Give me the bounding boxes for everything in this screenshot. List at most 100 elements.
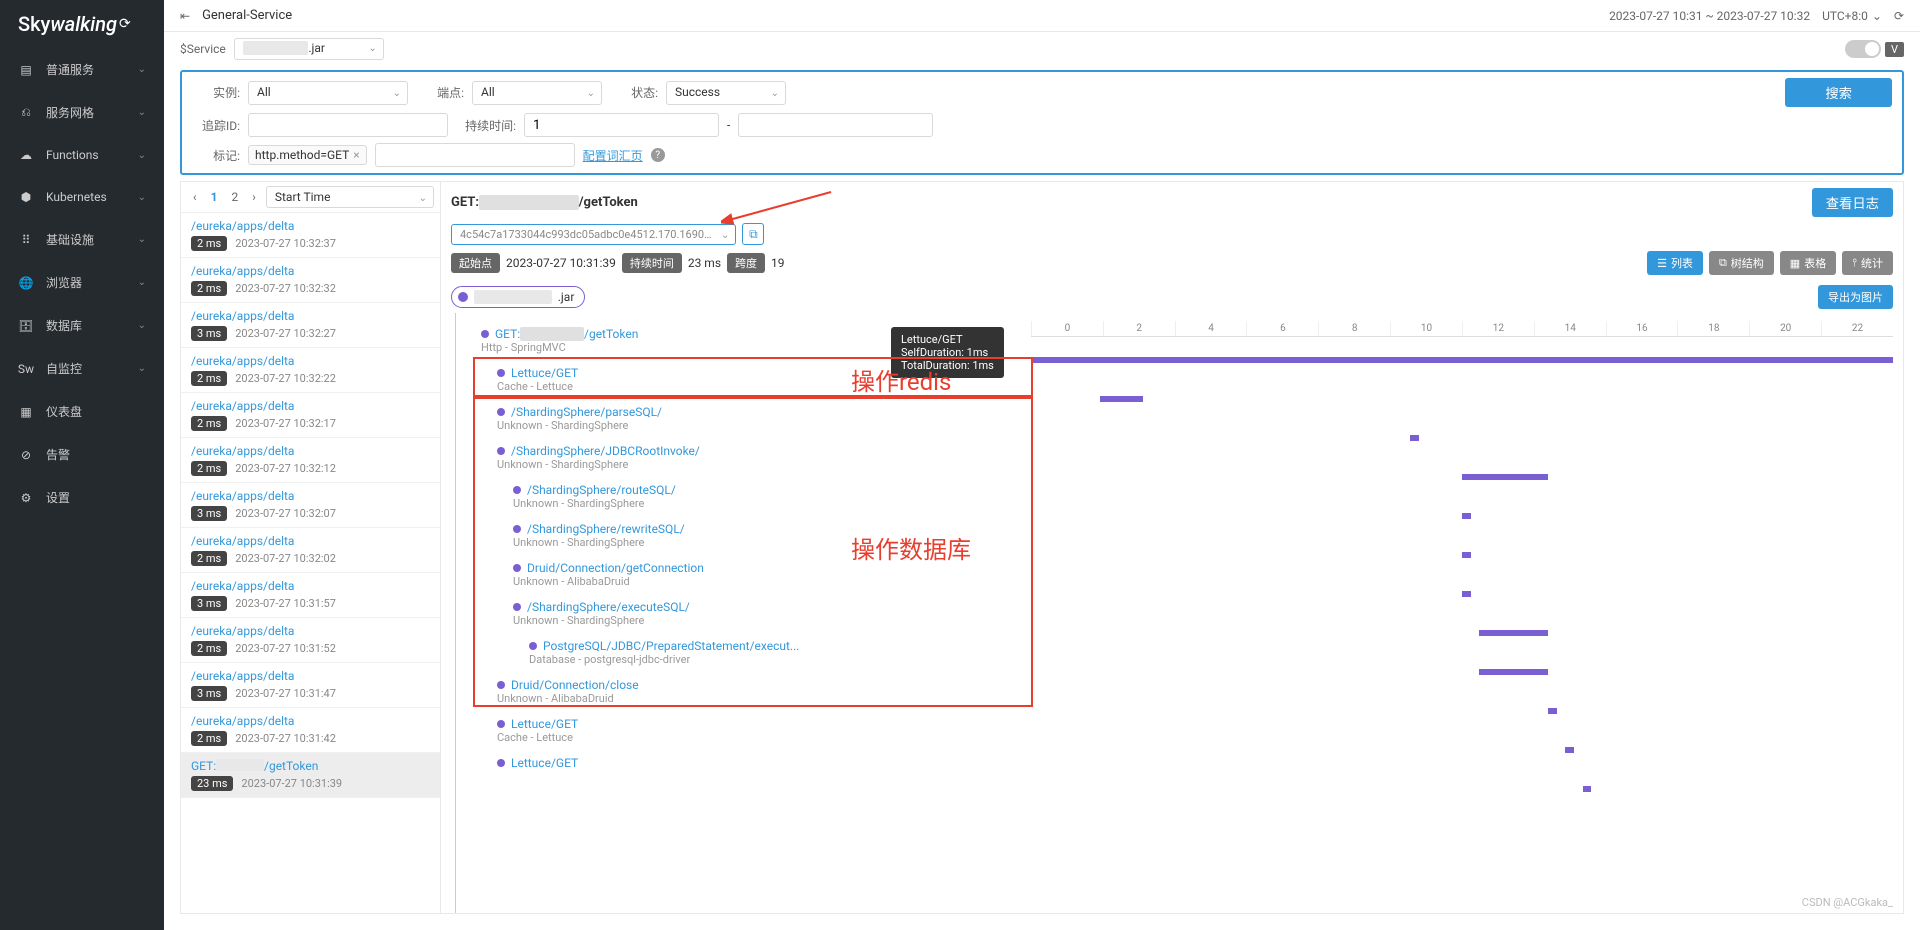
gantt-bar[interactable] <box>1479 669 1548 675</box>
detail-title: GET:xxxxxx/getToken <box>451 195 638 210</box>
span-row[interactable]: /ShardingSphere/parseSQL/Unknown - Shard… <box>451 399 1021 438</box>
sidebar-item[interactable]: ⠿基础设施⌄ <box>0 218 164 261</box>
trace-item[interactable]: /eureka/apps/delta2 ms2023-07-27 10:31:4… <box>181 708 440 753</box>
trace-item[interactable]: /eureka/apps/delta3 ms2023-07-27 10:32:2… <box>181 303 440 348</box>
gantt-bar[interactable] <box>1462 591 1471 597</box>
duration-badge: 2 ms <box>191 371 227 386</box>
trace-item[interactable]: /eureka/apps/delta3 ms2023-07-27 10:31:5… <box>181 573 440 618</box>
sort-select[interactable]: Start Time⌄ <box>266 186 434 208</box>
trace-item[interactable]: /eureka/apps/delta3 ms2023-07-27 10:32:0… <box>181 483 440 528</box>
time-range[interactable]: 2023-07-27 10:31 ~ 2023-07-27 10:32 <box>1609 9 1810 23</box>
gantt-bar[interactable] <box>1548 708 1557 714</box>
gantt-bar[interactable] <box>1462 552 1471 558</box>
sidebar-item[interactable]: ⚙设置 <box>0 476 164 519</box>
sidebar-item[interactable]: ☁Functions⌄ <box>0 134 164 176</box>
duration-max-input[interactable] <box>738 113 933 137</box>
trace-item[interactable]: GET:xxxx/getToken23 ms2023-07-27 10:31:3… <box>181 753 440 798</box>
trace-item[interactable]: /eureka/apps/delta2 ms2023-07-27 10:31:5… <box>181 618 440 663</box>
timezone[interactable]: UTC+8:0⌄ <box>1822 9 1882 23</box>
sidebar-item[interactable]: ⎌服务网格⌄ <box>0 91 164 134</box>
span-dot-icon <box>497 408 505 416</box>
instance-select[interactable]: All⌄ <box>248 81 408 105</box>
tag-input[interactable] <box>375 143 575 167</box>
timestamp: 2023-07-27 10:31:42 <box>235 732 336 745</box>
v-badge: V <box>1885 42 1904 57</box>
trace-item[interactable]: /eureka/apps/delta2 ms2023-07-27 10:32:0… <box>181 528 440 573</box>
span-dot-icon <box>513 486 521 494</box>
span-row[interactable]: Lettuce/GET <box>451 750 1021 776</box>
duration-value: 23 ms <box>688 256 721 270</box>
close-icon[interactable]: × <box>353 148 359 162</box>
toggle-switch[interactable] <box>1845 40 1881 58</box>
chevron-down-icon: ⌄ <box>138 363 146 374</box>
vocab-link[interactable]: 配置词汇页 <box>583 147 643 164</box>
span-row[interactable]: /ShardingSphere/rewriteSQL/Unknown - Sha… <box>451 516 1021 555</box>
sidebar-item-label: Kubernetes <box>46 190 107 204</box>
search-button[interactable]: 搜索 <box>1785 78 1892 107</box>
view-log-button[interactable]: 查看日志 <box>1812 188 1893 217</box>
pager-prev[interactable]: ‹ <box>187 188 203 206</box>
pager-page[interactable]: 2 <box>226 188 245 206</box>
span-row[interactable]: Lettuce/GETCache - Lettuce <box>451 711 1021 750</box>
trace-item[interactable]: /eureka/apps/delta2 ms2023-07-27 10:32:3… <box>181 213 440 258</box>
gantt-bar[interactable] <box>1410 435 1419 441</box>
sidebar-item[interactable]: 🌐浏览器⌄ <box>0 261 164 304</box>
brand-logo: Skywalking⟳ <box>0 0 164 48</box>
duration-badge: 2 ms <box>191 236 227 251</box>
span-row[interactable]: Druid/Connection/getConnectionUnknown - … <box>451 555 1021 594</box>
sidebar-item-label: 仪表盘 <box>46 403 82 420</box>
gantt-bar[interactable] <box>1031 357 1893 363</box>
gantt-bar[interactable] <box>1479 630 1548 636</box>
view-tree-button[interactable]: ⧉ 树结构 <box>1709 251 1774 275</box>
gantt-bar[interactable] <box>1462 513 1471 519</box>
pager-next[interactable]: › <box>246 188 262 206</box>
span-row[interactable]: Druid/Connection/closeUnknown - AlibabaD… <box>451 672 1021 711</box>
sidebar-item[interactable]: ▤普通服务⌄ <box>0 48 164 91</box>
sidebar-item[interactable]: ⊘告警 <box>0 433 164 476</box>
collapse-sidebar-icon[interactable]: ⇤ <box>180 9 190 23</box>
trace-item[interactable]: /eureka/apps/delta3 ms2023-07-27 10:31:4… <box>181 663 440 708</box>
sidebar-item[interactable]: 🗄数据库⌄ <box>0 304 164 347</box>
layers-icon: ▤ <box>18 62 34 78</box>
sidebar-item[interactable]: ⬢Kubernetes⌄ <box>0 176 164 218</box>
legend-chip[interactable]: xxxxx.jar <box>451 286 585 308</box>
gantt-bar[interactable] <box>1462 474 1548 480</box>
pager-page[interactable]: 1 <box>205 188 224 206</box>
sidebar-item[interactable]: ▦仪表盘 <box>0 390 164 433</box>
traceid-input[interactable] <box>248 113 448 137</box>
gantt-bar[interactable] <box>1565 747 1574 753</box>
export-image-button[interactable]: 导出为图片 <box>1818 285 1893 309</box>
copy-icon[interactable]: ⧉ <box>742 223 764 245</box>
view-list-button[interactable]: ☰ 列表 <box>1647 251 1703 275</box>
span-dot-icon <box>513 525 521 533</box>
trace-item[interactable]: /eureka/apps/delta2 ms2023-07-27 10:32:3… <box>181 258 440 303</box>
axis-tick: 20 <box>1749 321 1821 336</box>
span-row[interactable]: /ShardingSphere/executeSQL/Unknown - Sha… <box>451 594 1021 633</box>
chevron-down-icon: ⌄ <box>138 107 146 118</box>
view-table-button[interactable]: ▦ 表格 <box>1780 251 1836 275</box>
tag-chip[interactable]: http.method=GET× <box>248 145 367 165</box>
trace-detail: GET:xxxxxx/getToken 查看日志 4c54c7a1733044c… <box>441 182 1903 913</box>
legend-dot-icon <box>458 292 468 302</box>
tags-label: 标记: <box>192 147 240 164</box>
span-row[interactable]: PostgreSQL/JDBC/PreparedStatement/execut… <box>451 633 1021 672</box>
duration-badge: 2 ms <box>191 731 227 746</box>
axis-tick: 8 <box>1318 321 1390 336</box>
gantt-bar[interactable] <box>1100 396 1143 402</box>
span-row[interactable]: /ShardingSphere/routeSQL/Unknown - Shard… <box>451 477 1021 516</box>
help-icon[interactable]: ? <box>651 148 665 162</box>
reload-icon[interactable]: ⟳ <box>1894 9 1904 23</box>
span-row[interactable]: /ShardingSphere/JDBCRootInvoke/Unknown -… <box>451 438 1021 477</box>
trace-item[interactable]: /eureka/apps/delta2 ms2023-07-27 10:32:1… <box>181 393 440 438</box>
trace-item[interactable]: /eureka/apps/delta2 ms2023-07-27 10:32:1… <box>181 438 440 483</box>
view-stats-button[interactable]: ⫯ 统计 <box>1842 251 1893 275</box>
endpoint-select[interactable]: All⌄ <box>472 81 602 105</box>
status-select[interactable]: Success⌄ <box>666 81 786 105</box>
trace-item[interactable]: /eureka/apps/delta2 ms2023-07-27 10:32:2… <box>181 348 440 393</box>
sidebar-item[interactable]: Sw自监控⌄ <box>0 347 164 390</box>
traceid-select[interactable]: 4c54c7a1733044c993dc05adbc0e4512.170.169… <box>451 224 736 245</box>
service-select[interactable]: xxxxxxxxx.jar ⌄ <box>234 38 384 60</box>
gantt-bar[interactable] <box>1583 786 1592 792</box>
span-dot-icon <box>529 642 537 650</box>
duration-input[interactable] <box>524 113 719 137</box>
